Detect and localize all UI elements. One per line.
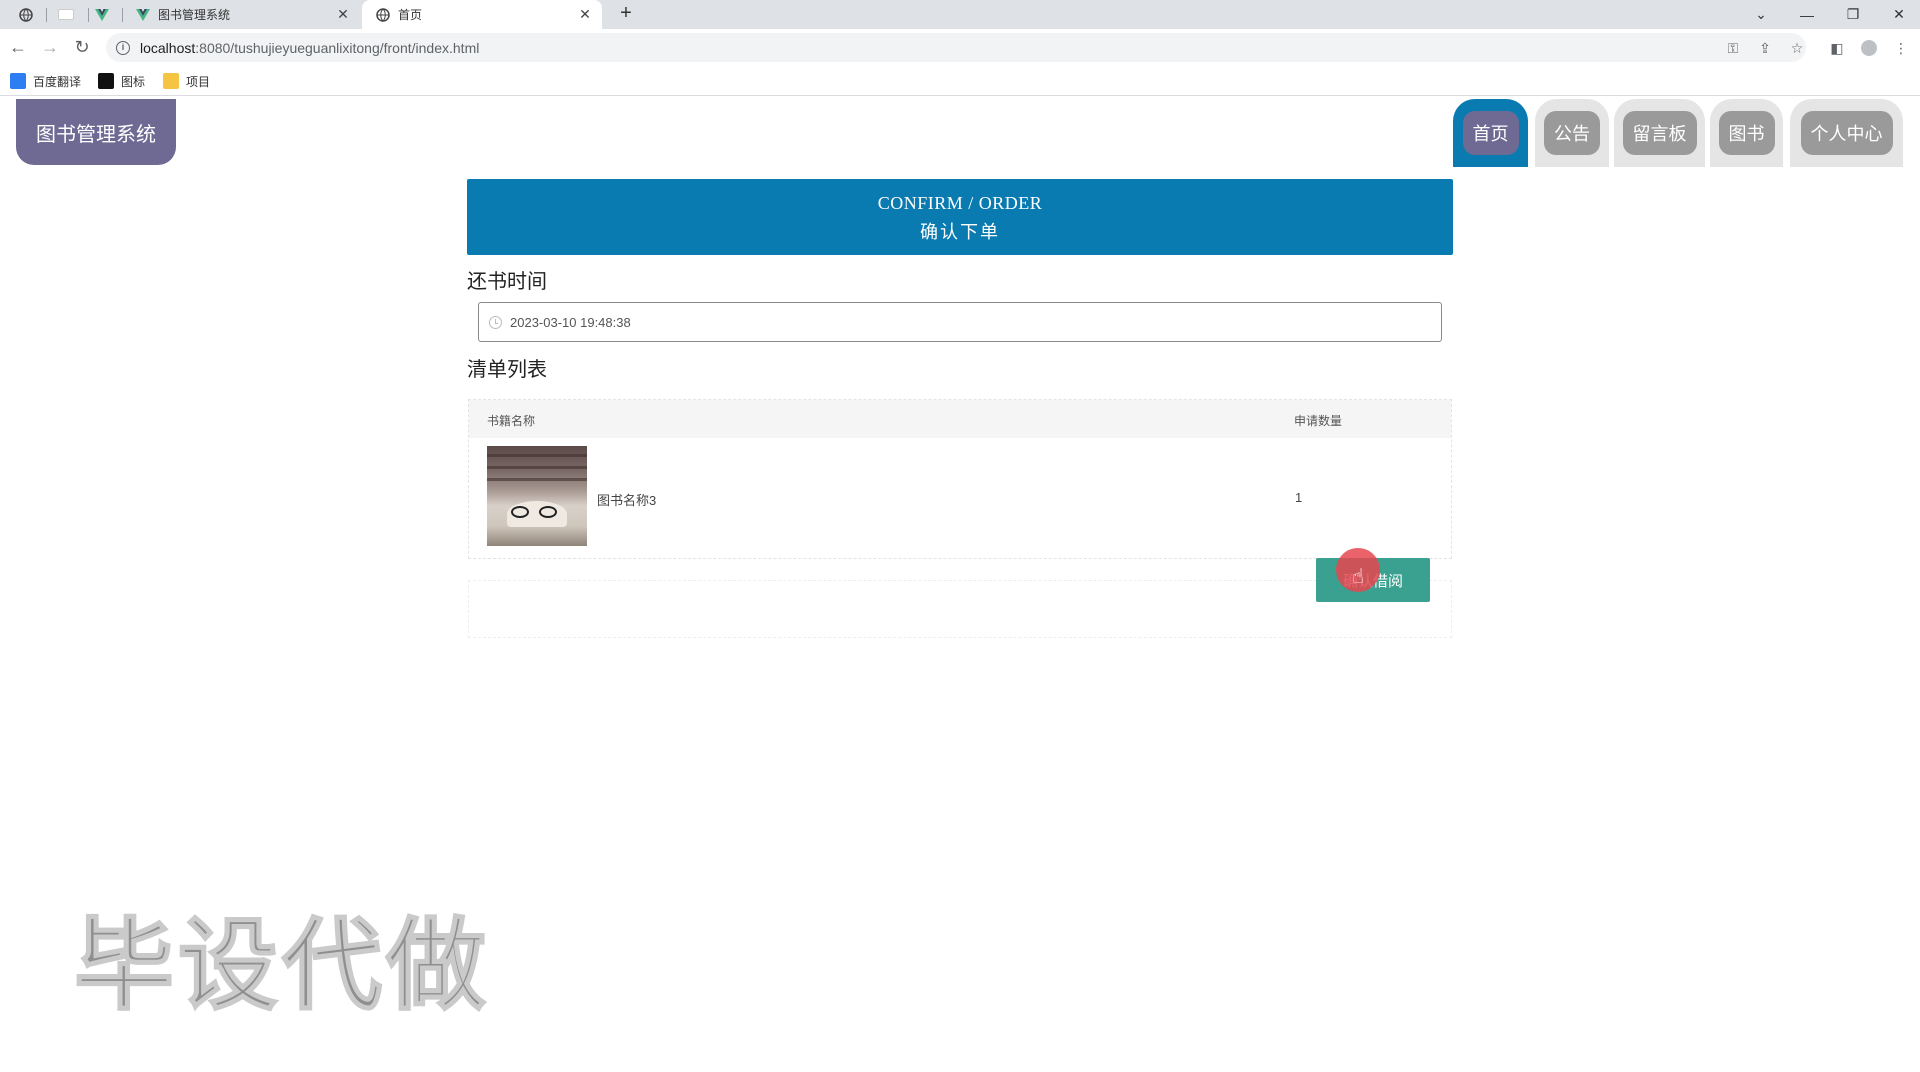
book-name: 图书名称3 — [597, 493, 657, 508]
folder-icon — [163, 73, 179, 89]
close-icon: ✕ — [1893, 6, 1905, 22]
blank-page-icon — [58, 9, 74, 20]
pinned-tab-globe[interactable] — [8, 0, 44, 29]
order-list-table: 书籍名称 申请数量 图书名称3 1 — [468, 399, 1452, 559]
hand-cursor-icon: ☝ — [1352, 566, 1365, 588]
arrow-left-icon: ← — [9, 36, 27, 57]
site-logo[interactable]: 图书管理系统 — [16, 99, 176, 165]
vue-logo-icon — [136, 8, 150, 22]
nav-home[interactable]: 首页 — [1453, 99, 1528, 167]
share-icon[interactable]: ⇪ — [1756, 39, 1774, 57]
translate-icon — [10, 73, 26, 89]
banner-title-en: CONFIRM / ORDER — [877, 193, 1043, 213]
globe-icon — [376, 7, 390, 22]
profile-avatar-icon[interactable] — [1860, 39, 1878, 57]
chevron-down-icon: ⌄ — [1755, 6, 1767, 22]
new-tab-button[interactable]: + — [614, 2, 638, 25]
vue-logo-icon — [95, 8, 109, 21]
back-button[interactable]: ← — [6, 35, 30, 59]
table-row: 图书名称3 1 — [469, 438, 1451, 558]
browser-tab-strip: 图书管理系统 ✕ 首页 ✕ + ⌄ — ❐ ✕ — [0, 0, 1920, 29]
bookmark-label: 百度翻译 — [33, 74, 82, 89]
close-window-button[interactable]: ✕ — [1876, 0, 1920, 29]
url-text: localhost:8080/tushujieyueguanlixitong/f… — [140, 40, 479, 56]
reload-icon: ↻ — [74, 36, 90, 57]
kebab-menu-icon[interactable]: ⋮ — [1892, 39, 1910, 57]
pinned-tab-vue[interactable] — [84, 0, 120, 29]
bookmark-label: 图标 — [121, 74, 146, 89]
star-bookmark-icon[interactable]: ☆ — [1788, 39, 1806, 57]
side-panel-icon[interactable]: ◧ — [1828, 39, 1846, 57]
close-tab-icon[interactable]: ✕ — [336, 7, 350, 21]
address-bar[interactable]: i localhost:8080/tushujieyueguanlixitong… — [106, 33, 1806, 62]
icon-site-icon — [98, 73, 114, 89]
minimize-button[interactable]: — — [1784, 0, 1830, 29]
nav-message-board[interactable]: 留言板 — [1614, 99, 1705, 167]
nav-personal-center[interactable]: 个人中心 — [1790, 99, 1903, 167]
return-time-value: 2023-03-10 19:48:38 — [510, 314, 631, 330]
banner-title-cn: 确认下单 — [920, 222, 1000, 242]
table-header: 书籍名称 申请数量 — [469, 400, 1451, 438]
info-icon[interactable]: i — [116, 40, 130, 55]
nav-notice-label: 公告 — [1544, 111, 1600, 155]
pinned-tab-blank[interactable] — [48, 0, 84, 29]
nav-notice[interactable]: 公告 — [1535, 99, 1609, 167]
confirm-order-banner: CONFIRM / ORDER 确认下单 — [467, 179, 1453, 255]
tab-separator — [122, 8, 123, 22]
restore-button[interactable]: ❐ — [1830, 0, 1876, 29]
return-time-picker[interactable]: 2023-03-10 19:48:38 — [478, 302, 1442, 342]
bookmark-icons[interactable]: 图标 — [98, 71, 145, 91]
watermark-text: 毕设代做 — [73, 906, 490, 1025]
forward-button[interactable]: → — [38, 35, 62, 59]
clock-icon — [489, 315, 502, 329]
bookmark-label: 项目 — [186, 74, 211, 89]
nav-books[interactable]: 图书 — [1710, 99, 1783, 167]
globe-icon — [19, 7, 33, 22]
arrow-right-icon: → — [41, 36, 59, 57]
nav-home-label: 首页 — [1462, 111, 1519, 155]
minimize-icon: — — [1800, 6, 1814, 23]
nav-personal-center-label: 个人中心 — [1800, 111, 1893, 155]
list-title: 清单列表 — [467, 359, 547, 381]
tab-separator — [46, 8, 47, 22]
tab-library-system[interactable]: 图书管理系统 ✕ — [124, 0, 360, 29]
tab-search-button[interactable]: ⌄ — [1738, 0, 1784, 29]
nav-message-board-label: 留言板 — [1622, 111, 1697, 155]
column-header-quantity: 申请数量 — [1294, 414, 1343, 428]
bookmarks-bar: 百度翻译 图标 项目 — [0, 66, 1920, 96]
browser-toolbar: ← → ↻ i localhost:8080/tushujieyueguanli… — [0, 29, 1920, 66]
url-path: :8080/tushujieyueguanlixitong/front/inde… — [195, 39, 480, 56]
table-footer-area — [468, 580, 1452, 638]
tab-title: 图书管理系统 — [158, 8, 231, 22]
bookmark-projects[interactable]: 项目 — [163, 71, 210, 91]
password-key-icon[interactable]: ⚿ — [1724, 39, 1742, 57]
tab-title: 首页 — [398, 8, 423, 22]
restore-icon: ❐ — [1846, 6, 1860, 22]
close-tab-icon[interactable]: ✕ — [578, 7, 592, 21]
column-header-book-name: 书籍名称 — [487, 414, 536, 428]
page-content: 图书管理系统 首页 公告 留言板 图书 个人中心 CONFIRM / ORDER… — [0, 97, 1920, 1072]
nav-books-label: 图书 — [1718, 111, 1775, 155]
book-cover-image — [487, 446, 587, 546]
book-quantity: 1 — [1295, 490, 1303, 505]
bookmark-baidu-translate[interactable]: 百度翻译 — [10, 71, 81, 91]
url-host: localhost — [140, 39, 196, 56]
reload-button[interactable]: ↻ — [70, 35, 94, 59]
tab-home[interactable]: 首页 ✕ — [362, 0, 602, 29]
return-time-label: 还书时间 — [467, 271, 547, 293]
